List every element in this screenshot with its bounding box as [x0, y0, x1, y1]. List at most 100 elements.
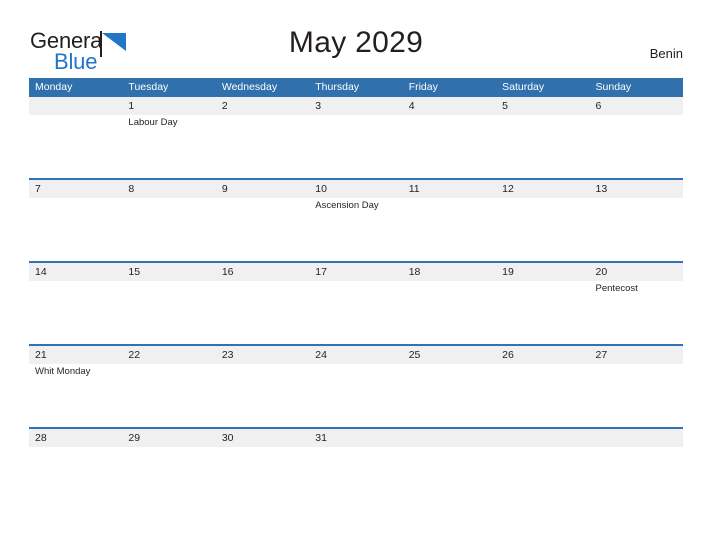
- day-number: 24: [309, 346, 403, 364]
- day-cell[interactable]: 27: [589, 346, 683, 427]
- week-row: 14 15 16 17 18 19 20 Pentecost: [29, 261, 683, 344]
- day-cell[interactable]: 19: [496, 263, 590, 344]
- day-number: 2: [215, 97, 310, 115]
- day-cell[interactable]: 30: [215, 429, 310, 510]
- day-holiday: [29, 115, 122, 117]
- country-label: Benin: [649, 46, 683, 61]
- day-number: 16: [215, 263, 310, 281]
- day-cell[interactable]: 22: [122, 346, 216, 427]
- day-cell[interactable]: 6: [589, 97, 683, 178]
- day-cell[interactable]: 1 Labour Day: [122, 97, 216, 178]
- day-number: 6: [589, 97, 683, 115]
- day-number: 19: [496, 263, 590, 281]
- day-cell[interactable]: 16: [215, 263, 310, 344]
- day-cell[interactable]: 9: [215, 180, 310, 261]
- day-holiday: [122, 281, 215, 283]
- day-holiday: [216, 281, 309, 283]
- weekday-header-tuesday: Tuesday: [128, 81, 169, 93]
- weekday-header-sunday: Sunday: [595, 81, 632, 93]
- day-holiday: [590, 198, 683, 200]
- day-cell[interactable]: 3: [309, 97, 403, 178]
- day-cell[interactable]: 10 Ascension Day: [309, 180, 403, 261]
- day-number: 4: [402, 97, 497, 115]
- day-number: 21: [29, 346, 123, 364]
- day-cell[interactable]: 14: [29, 263, 123, 344]
- day-cell[interactable]: 8: [122, 180, 216, 261]
- day-number: 1: [122, 97, 216, 115]
- day-holiday: [309, 115, 402, 117]
- day-number: 31: [309, 429, 403, 447]
- day-cell[interactable]: 26: [496, 346, 590, 427]
- day-cell[interactable]: 5: [496, 97, 590, 178]
- day-cell[interactable]: 23: [215, 346, 310, 427]
- day-cell[interactable]: 15: [122, 263, 216, 344]
- day-number: 9: [215, 180, 310, 198]
- day-holiday: [496, 198, 589, 200]
- day-holiday: Labour Day: [128, 117, 178, 128]
- weekday-header-thursday: Thursday: [315, 81, 360, 93]
- day-number: 27: [589, 346, 683, 364]
- weekday-header-saturday: Saturday: [502, 81, 545, 93]
- day-holiday: [590, 364, 683, 366]
- calendar-page: General Blue May 2029 Benin Monday Tuesd…: [0, 0, 712, 550]
- day-holiday: [496, 281, 589, 283]
- day-cell[interactable]: 17: [309, 263, 403, 344]
- day-holiday: [216, 115, 309, 117]
- day-number: [496, 429, 590, 447]
- day-cell[interactable]: 18: [402, 263, 497, 344]
- day-holiday: [403, 281, 496, 283]
- day-cell[interactable]: 28: [29, 429, 123, 510]
- day-number: 7: [29, 180, 123, 198]
- day-cell[interactable]: 2: [215, 97, 310, 178]
- day-number: 23: [215, 346, 310, 364]
- day-number: 25: [402, 346, 497, 364]
- day-holiday: [403, 447, 496, 449]
- day-holiday: [590, 115, 683, 117]
- day-cell[interactable]: 21 Whit Monday: [29, 346, 123, 427]
- day-number: 15: [122, 263, 216, 281]
- day-cell[interactable]: [589, 429, 683, 510]
- day-cell[interactable]: [402, 429, 497, 510]
- day-cell[interactable]: [29, 97, 123, 178]
- weekday-header-wednesday: Wednesday: [221, 81, 278, 93]
- day-holiday: [496, 364, 589, 366]
- day-number: 20: [589, 263, 683, 281]
- day-number: 8: [122, 180, 216, 198]
- day-holiday: [29, 198, 122, 200]
- day-number: 12: [496, 180, 590, 198]
- day-cell[interactable]: 4: [402, 97, 497, 178]
- day-holiday: [29, 447, 122, 449]
- day-holiday: Ascension Day: [315, 200, 379, 211]
- weekday-header-row: Monday Tuesday Wednesday Thursday Friday…: [29, 78, 683, 97]
- day-cell[interactable]: 20 Pentecost: [589, 263, 683, 344]
- day-holiday: [309, 364, 402, 366]
- day-number: [589, 429, 683, 447]
- day-number: 30: [215, 429, 310, 447]
- week-row: 1 Labour Day 2 3 4 5 6: [29, 97, 683, 178]
- day-cell[interactable]: 12: [496, 180, 590, 261]
- day-cell[interactable]: 29: [122, 429, 216, 510]
- day-cell[interactable]: [496, 429, 590, 510]
- page-header: General Blue May 2029 Benin: [0, 0, 712, 78]
- day-holiday: [29, 281, 122, 283]
- week-row: 21 Whit Monday 22 23 24 25 26 27: [29, 344, 683, 427]
- day-holiday: [216, 447, 309, 449]
- day-holiday: Pentecost: [595, 283, 638, 294]
- day-cell[interactable]: 24: [309, 346, 403, 427]
- calendar-grid: Monday Tuesday Wednesday Thursday Friday…: [29, 78, 683, 510]
- day-holiday: [590, 447, 683, 449]
- day-cell[interactable]: 25: [402, 346, 497, 427]
- day-holiday: [496, 447, 589, 449]
- day-cell[interactable]: 31: [309, 429, 403, 510]
- day-number: 26: [496, 346, 590, 364]
- day-cell[interactable]: 11: [402, 180, 497, 261]
- day-number: 3: [309, 97, 403, 115]
- day-holiday: [122, 447, 215, 449]
- day-number: 11: [402, 180, 497, 198]
- day-cell[interactable]: 7: [29, 180, 123, 261]
- day-holiday: [309, 281, 402, 283]
- page-title: May 2029: [288, 26, 424, 59]
- day-holiday: [216, 198, 309, 200]
- day-cell[interactable]: 13: [589, 180, 683, 261]
- day-holiday: [122, 198, 215, 200]
